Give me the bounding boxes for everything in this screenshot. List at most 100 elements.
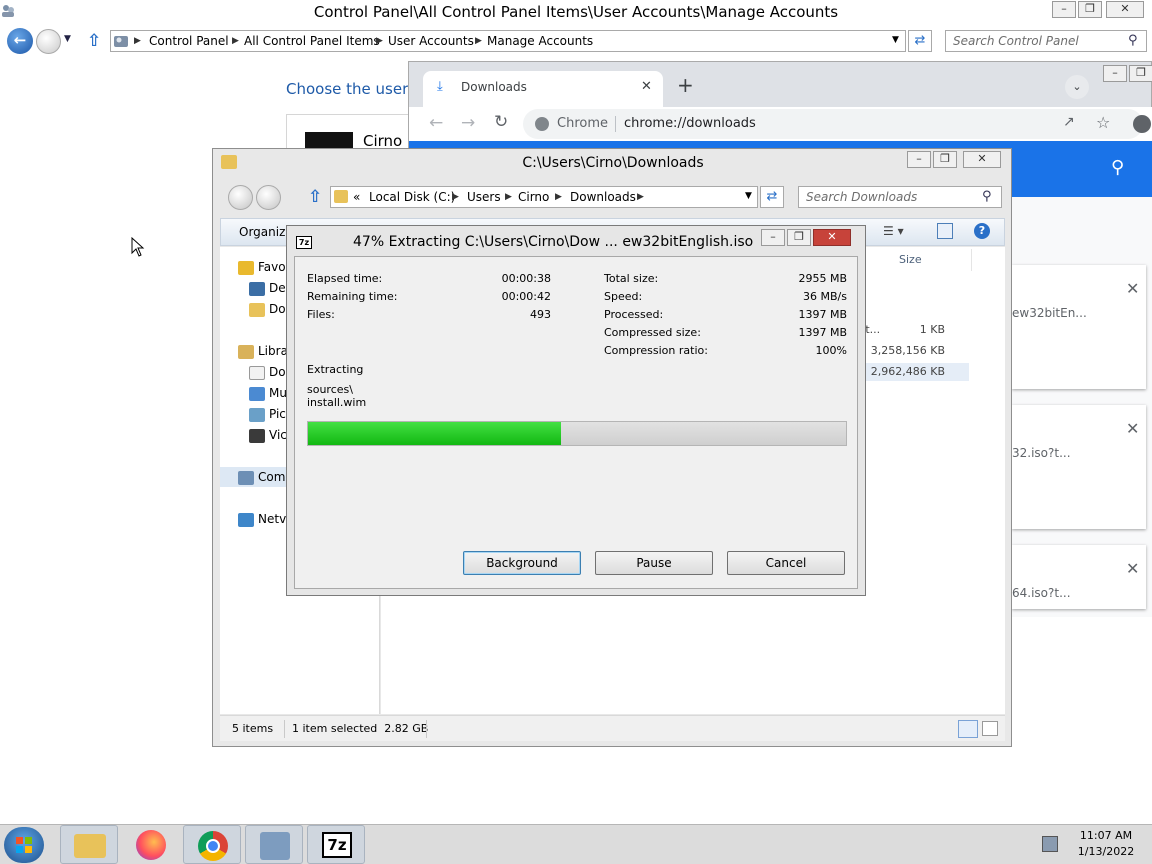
view-options-icon[interactable]: ☰ ▾: [883, 224, 904, 238]
nav-label: Com: [258, 470, 286, 484]
breadcrumb-user-accounts[interactable]: User Accounts: [388, 31, 474, 51]
breadcrumb-all-items[interactable]: All Control Panel Items: [244, 31, 380, 51]
taskbar-control-panel-button[interactable]: [245, 825, 303, 864]
nav-network[interactable]: Netv: [238, 509, 286, 529]
dialog-minimize-button[interactable]: –: [761, 229, 785, 246]
current-file: install.wim: [307, 396, 367, 409]
file-row-selected[interactable]: 2,962,486 KB: [861, 363, 969, 381]
refresh-button[interactable]: ⇄: [908, 30, 932, 52]
tab-search-chevron-icon[interactable]: ⌄: [1065, 75, 1089, 99]
explorer-search-input[interactable]: Search Downloads: [798, 186, 1002, 208]
address-bar[interactable]: ▶ Control Panel ▶ All Control Panel Item…: [110, 30, 906, 52]
share-icon[interactable]: ↗: [1063, 114, 1075, 130]
recent-pages-chevron-icon[interactable]: ▼: [64, 34, 71, 44]
status-bar: 5 items 1 item selected 2.82 GB: [220, 715, 1005, 741]
back-button[interactable]: ←: [7, 28, 33, 54]
details-view-icon[interactable]: [958, 720, 978, 738]
tab-close-icon[interactable]: ✕: [641, 79, 652, 94]
up-button[interactable]: ⇧: [87, 31, 105, 51]
nav-downloads[interactable]: Do: [249, 299, 286, 319]
remove-download-icon[interactable]: ✕: [1126, 559, 1139, 578]
pause-button[interactable]: Pause: [595, 551, 713, 575]
preview-pane-icon[interactable]: [937, 223, 953, 239]
background-button[interactable]: Background: [463, 551, 581, 575]
taskbar-7zip-button[interactable]: 7z: [307, 825, 365, 864]
nav-label: Favo: [258, 260, 286, 274]
close-button[interactable]: ✕: [1106, 1, 1144, 18]
download-item[interactable]: ew32bitEn... ✕: [1012, 265, 1146, 389]
nav-favorites[interactable]: Favo: [238, 257, 286, 277]
breadcrumb-local-disk[interactable]: Local Disk (C:): [369, 187, 455, 207]
nav-documents[interactable]: Do: [249, 362, 286, 382]
breadcrumb-cirno[interactable]: Cirno: [518, 187, 549, 207]
firefox-icon: [136, 830, 166, 860]
music-icon: [249, 386, 265, 401]
taskbar-firefox-button[interactable]: [122, 825, 180, 864]
downloads-folder-icon: [249, 302, 265, 317]
sevenzip-dialog: 7z 47% Extracting C:\Users\Cirno\Dow ...…: [286, 225, 866, 596]
breadcrumb-users[interactable]: Users: [467, 187, 501, 207]
windows-logo-icon: [16, 837, 32, 853]
large-icons-view-icon[interactable]: [982, 721, 998, 736]
remove-download-icon[interactable]: ✕: [1126, 419, 1139, 438]
explorer-maximize-button[interactable]: ❐: [933, 151, 957, 168]
bookmark-star-icon[interactable]: ☆: [1096, 113, 1110, 132]
address-dropdown-icon[interactable]: ▼: [892, 35, 899, 45]
explorer-address-dropdown-icon[interactable]: ▼: [745, 191, 752, 201]
download-filename[interactable]: 32.iso?t...: [1012, 446, 1071, 460]
videos-icon: [249, 428, 265, 443]
chrome-minimize-button[interactable]: –: [1103, 65, 1127, 82]
new-tab-button[interactable]: +: [677, 73, 694, 97]
elapsed-time-label: Elapsed time:: [307, 272, 383, 285]
progress-bar: [307, 421, 847, 446]
dialog-close-button[interactable]: ✕: [813, 229, 851, 246]
nav-videos[interactable]: Vic: [249, 425, 287, 445]
breadcrumb-control-panel[interactable]: Control Panel: [149, 31, 229, 51]
explorer-back-button[interactable]: [228, 185, 253, 210]
file-row[interactable]: tt... 1 KB: [861, 321, 969, 339]
remove-download-icon[interactable]: ✕: [1126, 279, 1139, 298]
column-header-size[interactable]: Size: [899, 253, 922, 266]
maximize-button[interactable]: ❐: [1078, 1, 1102, 18]
search-input[interactable]: Search Control Panel: [945, 30, 1147, 52]
nav-music[interactable]: Mu: [249, 383, 287, 403]
file-row[interactable]: 3,258,156 KB: [861, 342, 969, 360]
nav-pictures[interactable]: Pic: [249, 404, 286, 424]
breadcrumb-manage-accounts[interactable]: Manage Accounts: [487, 31, 593, 51]
taskbar-chrome-button[interactable]: [183, 825, 241, 864]
explorer-close-button[interactable]: ✕: [963, 151, 1001, 168]
explorer-address-bar[interactable]: « Local Disk (C:) ▶ Users ▶ Cirno ▶ Down…: [330, 186, 758, 208]
file-size: 1 KB: [919, 323, 945, 336]
organize-menu[interactable]: Organize: [239, 225, 293, 239]
clock[interactable]: 11:07 AM 1/13/2022: [1066, 828, 1146, 862]
nav-desktop[interactable]: De: [249, 278, 286, 298]
downloads-search-icon[interactable]: ⚲: [1111, 157, 1124, 178]
breadcrumb-overflow[interactable]: «: [353, 187, 360, 207]
dialog-maximize-button[interactable]: ❐: [787, 229, 811, 246]
explorer-up-button[interactable]: ⇧: [308, 187, 322, 207]
download-filename[interactable]: ew32bitEn...: [1012, 306, 1087, 320]
explorer-title: C:\Users\Cirno\Downloads: [522, 155, 704, 171]
chrome-tab[interactable]: ⤓ Downloads ✕: [423, 71, 663, 107]
download-filename[interactable]: 64.iso?t...: [1012, 586, 1071, 600]
help-icon[interactable]: ?: [974, 223, 990, 239]
taskbar-explorer-button[interactable]: [60, 825, 118, 864]
download-item[interactable]: 32.iso?t... ✕: [1012, 405, 1146, 529]
explorer-refresh-button[interactable]: ⇄: [760, 186, 784, 208]
breadcrumb-downloads[interactable]: Downloads: [570, 187, 636, 207]
nav-libraries[interactable]: Libra: [238, 341, 288, 361]
explorer-forward-button[interactable]: [256, 185, 281, 210]
chrome-back-icon[interactable]: ←: [429, 113, 443, 133]
chrome-forward-icon[interactable]: →: [461, 113, 475, 133]
start-button[interactable]: [4, 827, 44, 863]
download-item[interactable]: 64.iso?t... ✕: [1012, 545, 1146, 609]
profile-icon[interactable]: [1133, 115, 1151, 133]
explorer-minimize-button[interactable]: –: [907, 151, 931, 168]
chrome-reload-icon[interactable]: ↻: [494, 112, 508, 132]
network-tray-icon[interactable]: [1042, 836, 1058, 852]
chrome-maximize-button[interactable]: ❐: [1129, 65, 1152, 82]
omnibox[interactable]: Chrome chrome://downloads ↗ ☆: [523, 109, 1143, 139]
forward-button[interactable]: [36, 29, 61, 54]
minimize-button[interactable]: –: [1052, 1, 1076, 18]
cancel-button[interactable]: Cancel: [727, 551, 845, 575]
